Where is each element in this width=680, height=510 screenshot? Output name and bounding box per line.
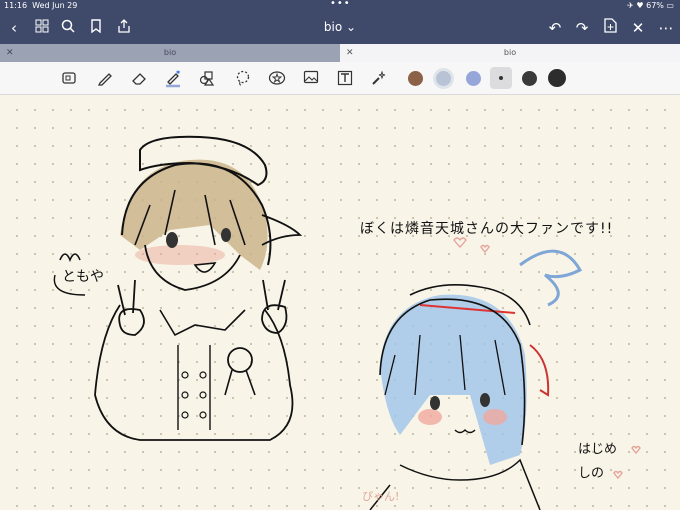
share-icon[interactable] — [114, 18, 134, 38]
tab-label: bio — [163, 48, 177, 57]
lasso-icon[interactable] — [234, 70, 252, 88]
pen-size-small-selected[interactable] — [490, 67, 512, 89]
status-bar: 11:16 Wed Jun 29 ••• ✈ ♥ 67% ▭ — [0, 0, 680, 12]
eraser-icon[interactable] — [130, 70, 148, 88]
back-icon[interactable]: ‹ — [4, 18, 24, 38]
sticker-icon[interactable] — [268, 70, 286, 88]
handwritten-greeting-line2: しの — [578, 466, 605, 481]
tab-bio-inactive[interactable]: ✕ bio — [0, 44, 340, 62]
svg-text:✱: ✱ — [176, 70, 181, 76]
document-title-text: bio — [323, 20, 343, 34]
tab-bio-active[interactable]: ✕ bio — [340, 44, 680, 62]
handwritten-name-left: ともや — [62, 269, 104, 285]
battery-percent: 67% — [646, 1, 664, 10]
tab-close-icon[interactable]: ✕ — [6, 44, 14, 62]
multitasking-dots-icon[interactable]: ••• — [330, 0, 351, 9]
status-time-date: 11:16 Wed Jun 29 — [4, 1, 77, 10]
handwritten-small-note: ぴゃん! — [362, 490, 400, 503]
left-character-drawing — [94, 135, 303, 441]
pen-icon[interactable] — [96, 70, 114, 88]
redo-icon[interactable]: ↷ — [572, 18, 592, 38]
laser-pointer-icon[interactable] — [370, 70, 388, 88]
status-time: 11:16 — [4, 1, 28, 10]
shapes-icon[interactable] — [198, 70, 216, 88]
tab-label: bio — [503, 48, 517, 57]
add-page-icon[interactable] — [600, 18, 620, 38]
tab-close-icon[interactable]: ✕ — [346, 44, 354, 62]
close-icon[interactable]: ✕ — [628, 18, 648, 38]
chevron-down-icon: ⌄ — [346, 20, 357, 34]
handwritten-greeting-line1: はじめ — [578, 442, 618, 457]
status-date: Wed Jun 29 — [32, 1, 78, 10]
tab-bar: ✕ bio ✕ bio — [0, 44, 680, 62]
v-doodle — [59, 253, 81, 263]
highlighter-icon[interactable]: ✱ — [164, 70, 182, 88]
undo-icon[interactable]: ↶ — [545, 18, 565, 38]
text-icon[interactable] — [336, 70, 354, 88]
status-right: ✈ ♥ 67% ▭ — [627, 1, 674, 10]
color-swatch-brown[interactable] — [408, 71, 423, 86]
right-character-drawing — [369, 249, 583, 510]
color-swatch-lightblue[interactable] — [436, 71, 451, 86]
image-icon[interactable] — [302, 70, 320, 88]
bookmark-icon[interactable] — [86, 18, 106, 38]
nav-bar: ‹ bio ⌄ ↶ ↷ ✕ ⋯ — [0, 12, 680, 44]
pen-size-medium[interactable] — [522, 71, 537, 86]
document-title[interactable]: bio ⌄ — [300, 20, 380, 34]
search-icon[interactable] — [58, 18, 78, 38]
pen-size-large[interactable] — [548, 69, 566, 87]
lasso-select-icon[interactable] — [60, 70, 78, 88]
drawing-toolbar: ✱ — [0, 62, 680, 95]
handwritten-main-text: ぼくは燐音天城さんの大ファンです!! — [360, 221, 614, 237]
pen-size-dot — [499, 76, 503, 80]
color-swatch-blue[interactable] — [466, 71, 481, 86]
more-icon[interactable]: ⋯ — [656, 18, 676, 38]
grid-icon[interactable] — [32, 18, 52, 38]
